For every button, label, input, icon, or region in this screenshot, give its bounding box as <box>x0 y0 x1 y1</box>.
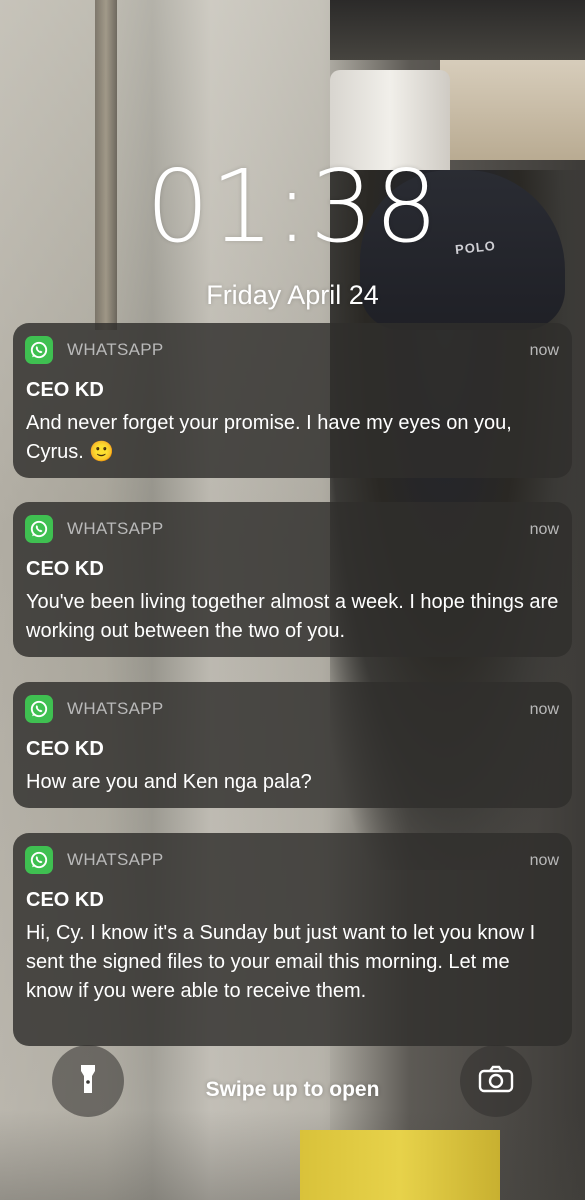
notification-card[interactable]: WHATSAPP now CEO KD And never forget you… <box>13 323 572 478</box>
lockscreen-time: 01:38 <box>145 148 440 265</box>
camera-button[interactable] <box>460 1045 532 1117</box>
lockscreen-date: Friday April 24 <box>206 280 379 310</box>
notification-time: now <box>529 852 559 869</box>
notification-card[interactable]: WHATSAPP now CEO KD How are you and Ken … <box>13 682 572 808</box>
whatsapp-icon <box>25 846 53 874</box>
wallpaper-beam <box>330 0 585 60</box>
camera-icon <box>478 1065 514 1098</box>
notification-app-name: WHATSAPP <box>67 699 164 718</box>
whatsapp-icon <box>25 515 53 543</box>
whatsapp-icon <box>25 336 53 364</box>
wallpaper-ceiling <box>440 60 585 160</box>
notification-app-name: WHATSAPP <box>67 519 164 538</box>
notification-message: And never forget your promise. I have my… <box>26 412 512 463</box>
notification-header: WHATSAPP <box>25 695 164 723</box>
notification-card[interactable]: WHATSAPP now CEO KD Hi, Cy. I know it's … <box>13 833 572 1046</box>
notification-header: WHATSAPP <box>25 846 164 874</box>
notification-message: How are you and Ken nga pala? <box>26 771 312 793</box>
notification-header: WHATSAPP <box>25 515 164 543</box>
notification-sender: CEO KD <box>26 889 104 911</box>
notification-app-name: WHATSAPP <box>67 850 164 869</box>
notification-sender: CEO KD <box>26 379 104 401</box>
notification-sender: CEO KD <box>26 738 104 760</box>
notification-message: You've been living together almost a wee… <box>26 591 559 642</box>
notification-message: Hi, Cy. I know it's a Sunday but just wa… <box>26 922 536 1002</box>
notification-sender: CEO KD <box>26 558 104 580</box>
notification-header: WHATSAPP <box>25 336 164 364</box>
notification-time: now <box>529 342 559 359</box>
notification-app-name: WHATSAPP <box>67 340 164 359</box>
wallpaper-floor-marking <box>300 1130 500 1200</box>
notification-card[interactable]: WHATSAPP now CEO KD You've been living t… <box>13 502 572 657</box>
notification-time: now <box>529 521 559 538</box>
whatsapp-icon <box>25 695 53 723</box>
notification-time: now <box>529 701 559 718</box>
